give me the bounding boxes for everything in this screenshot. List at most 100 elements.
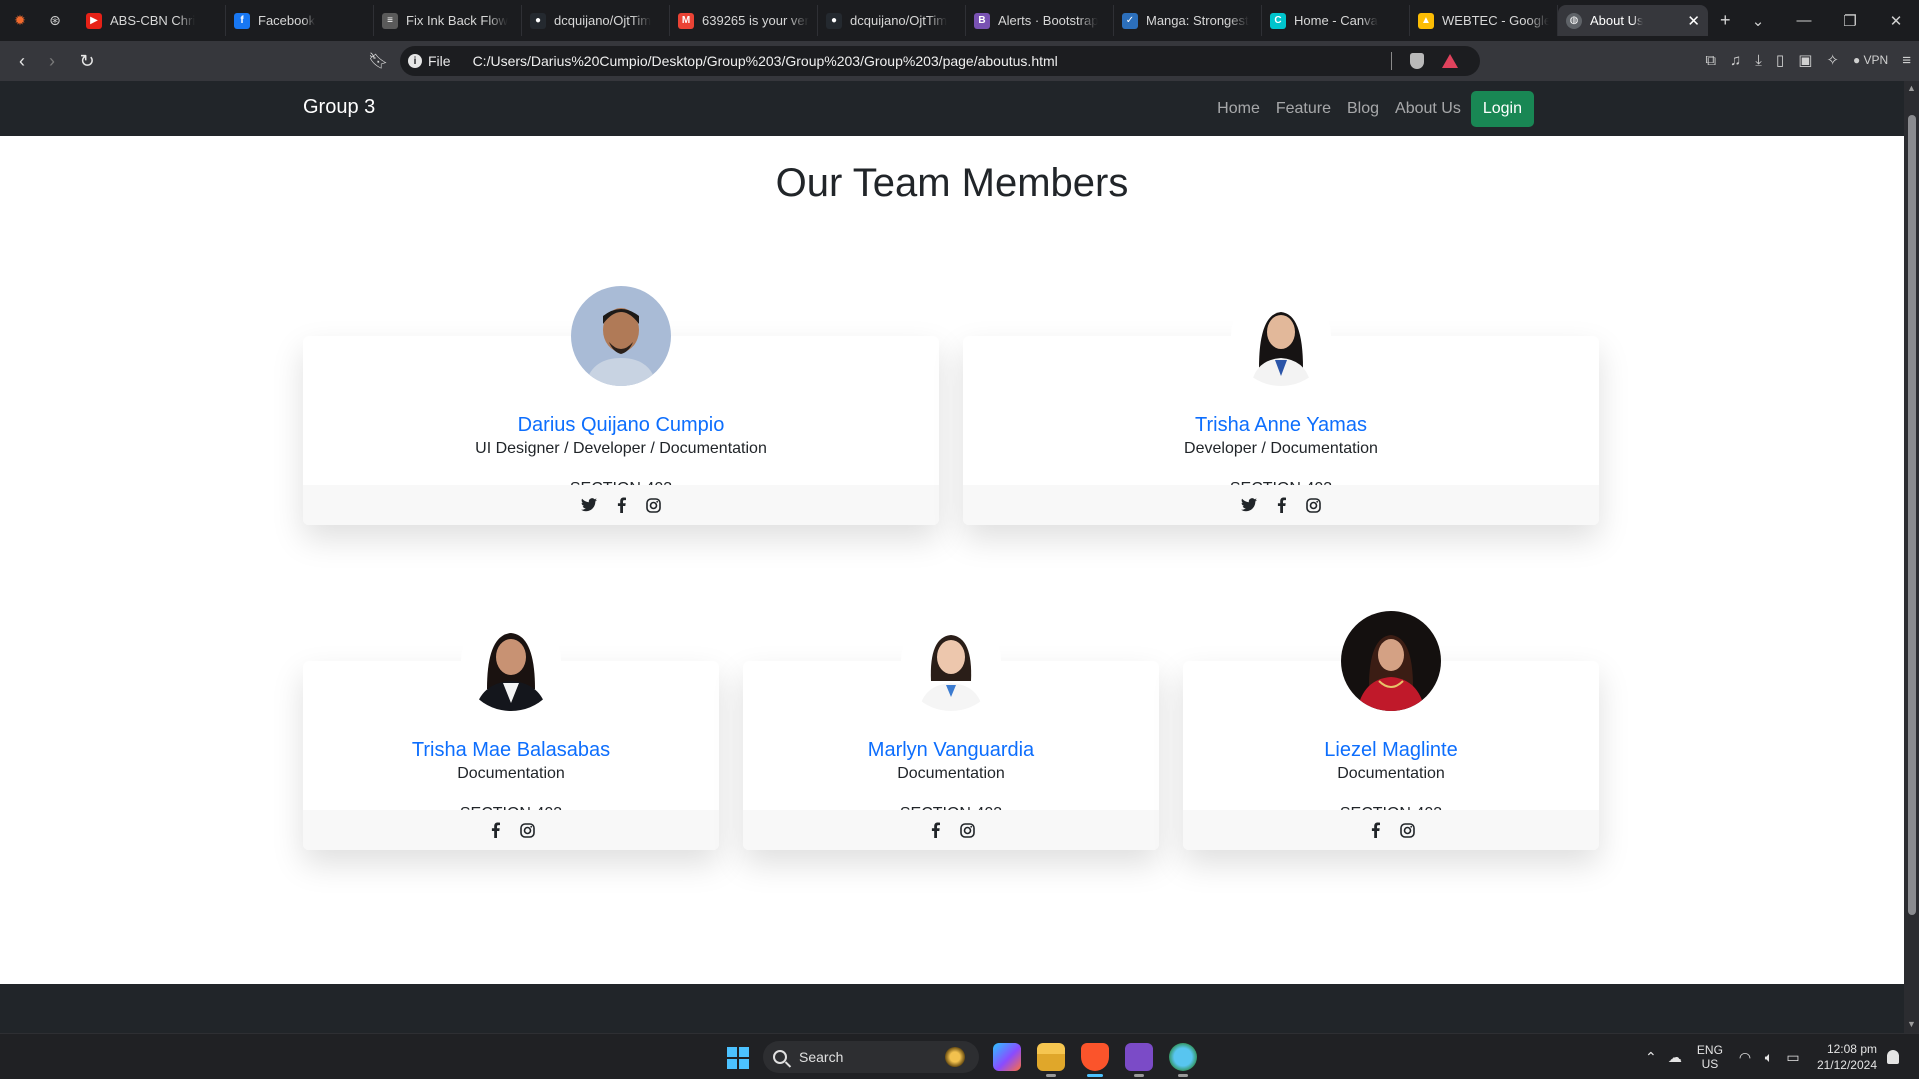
browser-toolbar: ‹ › ↻ 🔖︎ i File C:/Users/Darius%20Cumpio… <box>0 41 1919 81</box>
browser-tab[interactable]: ▲ WEBTEC - Google <box>1410 5 1558 36</box>
tab-favicon-icon: ● <box>826 12 842 29</box>
facebook-icon[interactable] <box>486 821 504 839</box>
browser-tab[interactable]: C Home - Canva <box>1262 5 1410 36</box>
taskbar-search[interactable]: Search <box>763 1041 979 1073</box>
nav-about-us[interactable]: About Us <box>1395 91 1461 127</box>
visual-studio-icon[interactable] <box>1125 1043 1153 1077</box>
close-window-button[interactable]: ✕ <box>1873 12 1919 30</box>
member-avatar <box>901 611 1001 711</box>
url-text[interactable]: C:/Users/Darius%20Cumpio/Desktop/Group%2… <box>473 53 1058 69</box>
facebook-icon[interactable] <box>1366 821 1384 839</box>
browser-tab[interactable]: f Facebook <box>226 5 374 36</box>
social-links <box>743 810 1159 850</box>
brave-menu-icon[interactable]: ✹ <box>5 6 35 36</box>
facebook-icon[interactable] <box>926 821 944 839</box>
brave-shields-icon[interactable] <box>1410 53 1424 69</box>
facebook-icon[interactable] <box>1272 496 1290 514</box>
onedrive-icon[interactable]: ☁ <box>1663 1049 1687 1066</box>
tab-favicon-icon: ▶ <box>86 12 102 29</box>
divider <box>1391 52 1392 70</box>
tab-favicon-icon: ≡ <box>382 12 398 29</box>
site-navbar: Group 3 Home Feature Blog About Us Login <box>0 81 1904 136</box>
start-button[interactable] <box>727 1047 749 1069</box>
page-scrollbar[interactable]: ▲ ▼ <box>1904 81 1919 1033</box>
search-highlight-icon <box>945 1047 965 1067</box>
member-role: Documentation <box>897 765 1005 782</box>
globe-icon: ◍ <box>1566 12 1582 29</box>
clock[interactable]: 12:08 pm 21/12/2024 <box>1817 1041 1877 1073</box>
instagram-icon[interactable] <box>958 821 976 839</box>
extensions-icon[interactable]: ⧉ <box>1705 52 1716 69</box>
member-avatar <box>1231 286 1331 386</box>
notification-bell-icon[interactable] <box>1887 1050 1899 1064</box>
file-explorer-icon[interactable] <box>1037 1043 1065 1077</box>
browser-tab[interactable]: ● dcquijano/OjtTim <box>522 5 670 36</box>
browser-tab[interactable]: M 639265 is your ver <box>670 5 818 36</box>
show-hidden-icons-chevron-icon[interactable]: ⌃ <box>1639 1049 1663 1066</box>
close-tab-icon[interactable]: ✕ <box>1687 12 1700 30</box>
pinned-tab-icon[interactable]: ⊛ <box>40 6 70 36</box>
member-avatar <box>1341 611 1441 711</box>
scrollbar-thumb[interactable] <box>1908 115 1916 915</box>
member-avatar <box>571 286 671 386</box>
globe-app-icon[interactable] <box>1169 1043 1197 1077</box>
social-links <box>303 485 939 525</box>
tab-favicon-icon: M <box>678 12 694 29</box>
facebook-icon[interactable] <box>612 496 630 514</box>
browser-tab[interactable]: ● dcquijano/OjtTim <box>818 5 966 36</box>
site-info-button[interactable]: i File <box>408 53 451 69</box>
instagram-icon[interactable] <box>1304 496 1322 514</box>
menu-icon[interactable]: ≡ <box>1902 52 1911 69</box>
back-button[interactable]: ‹ <box>7 51 37 72</box>
tab-favicon-icon: ● <box>530 12 546 29</box>
member-name: Trisha Anne Yamas <box>1195 414 1367 436</box>
brave-rewards-icon[interactable] <box>1442 54 1458 68</box>
tab-favicon-icon: C <box>1270 12 1286 29</box>
copilot-icon[interactable] <box>993 1043 1021 1071</box>
tab-list-chevron-icon[interactable]: ⌄ <box>1735 12 1781 30</box>
twitter-icon[interactable] <box>1240 496 1258 514</box>
sidebar-icon[interactable]: ▯ <box>1776 51 1784 69</box>
instagram-icon[interactable] <box>518 821 536 839</box>
scroll-down-icon[interactable]: ▼ <box>1907 1019 1916 1029</box>
site-brand[interactable]: Group 3 <box>303 96 375 119</box>
browser-tab[interactable]: ≡ Fix Ink Back Flow <box>374 5 522 36</box>
twitter-icon[interactable] <box>580 496 598 514</box>
address-bar[interactable]: i File C:/Users/Darius%20Cumpio/Desktop/… <box>400 46 1480 76</box>
wallet-icon[interactable]: ▣ <box>1798 51 1812 69</box>
volume-icon[interactable]: 🔈︎ <box>1757 1049 1781 1066</box>
web-page: Group 3 Home Feature Blog About Us Login… <box>0 81 1904 1033</box>
instagram-icon[interactable] <box>644 496 662 514</box>
tab-about-us[interactable]: ◍ About Us ✕ <box>1558 5 1708 36</box>
browser-tab[interactable]: ✓ Manga: Strongest <box>1114 5 1262 36</box>
nav-feature[interactable]: Feature <box>1276 91 1331 127</box>
minimize-button[interactable]: — <box>1781 12 1827 29</box>
forward-button[interactable]: › <box>37 51 67 72</box>
language-indicator[interactable]: ENG US <box>1697 1043 1723 1071</box>
search-icon <box>773 1050 787 1064</box>
downloads-icon[interactable]: ⤓ <box>1755 52 1762 69</box>
windows-taskbar: Search ⌃ ☁ ENG US ◠ 🔈︎ ▭ 12:08 pm 21/12/… <box>0 1033 1919 1079</box>
member-name: Marlyn Vanguardia <box>867 739 1035 761</box>
browser-tab[interactable]: B Alerts · Bootstrap <box>966 5 1114 36</box>
nav-blog[interactable]: Blog <box>1347 91 1379 127</box>
browser-tab[interactable]: ▶ ABS-CBN Chri <box>78 5 226 36</box>
member-name: Darius Quijano Cumpio <box>517 414 725 436</box>
bookmark-icon[interactable]: 🔖︎ <box>368 51 388 71</box>
social-links <box>303 810 719 850</box>
login-button[interactable]: Login <box>1470 91 1534 127</box>
social-links <box>963 485 1599 525</box>
instagram-icon[interactable] <box>1398 821 1416 839</box>
reload-button[interactable]: ↻ <box>72 51 102 72</box>
battery-icon[interactable]: ▭ <box>1781 1049 1805 1066</box>
new-tab-button[interactable]: + <box>1720 10 1731 31</box>
info-icon: i <box>408 54 422 68</box>
nav-home[interactable]: Home <box>1217 91 1260 127</box>
leo-ai-icon[interactable]: ✧ <box>1826 51 1839 69</box>
media-icon[interactable]: ♫ <box>1730 52 1741 69</box>
wifi-icon[interactable]: ◠ <box>1733 1049 1757 1066</box>
vpn-button[interactable]: ● VPN <box>1853 53 1888 67</box>
brave-browser-icon[interactable] <box>1081 1043 1109 1077</box>
restore-button[interactable]: ❐ <box>1827 12 1873 30</box>
scroll-up-icon[interactable]: ▲ <box>1907 83 1916 93</box>
